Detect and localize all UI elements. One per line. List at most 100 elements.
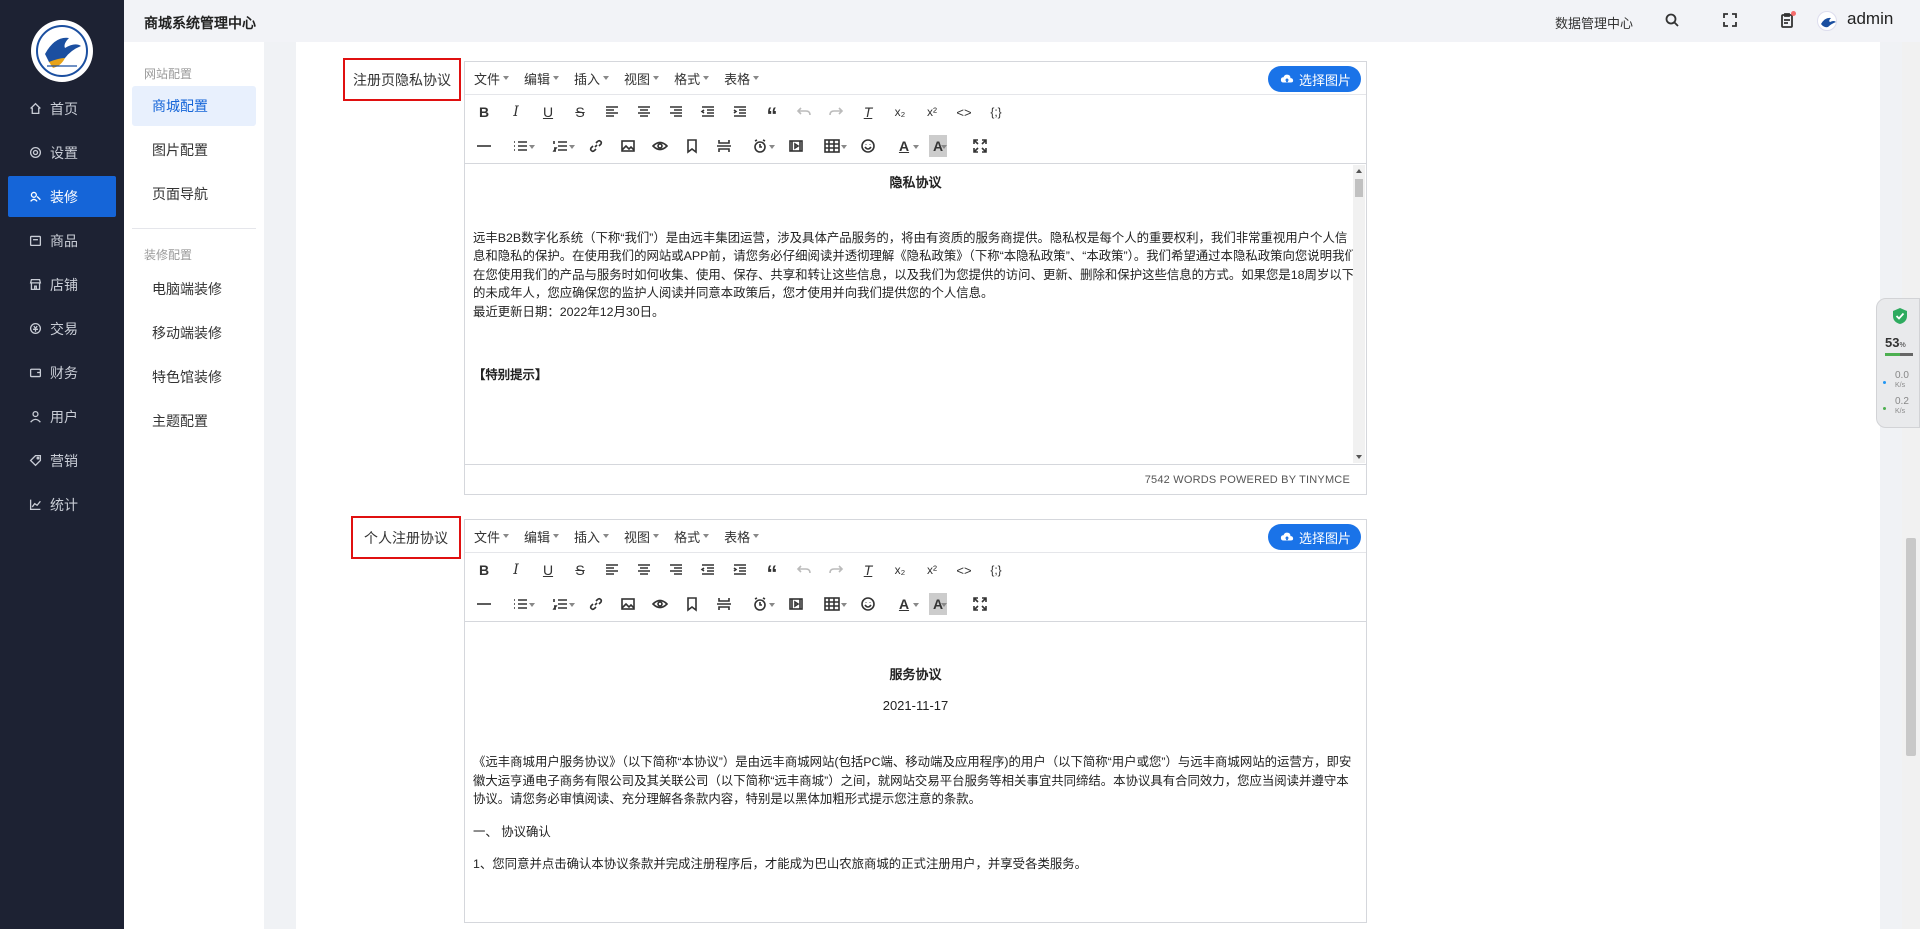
select-image-button[interactable]: 选择图片 [1267, 66, 1361, 92]
align-left-icon[interactable] [601, 559, 623, 581]
scroll-down-icon[interactable] [1356, 455, 1362, 459]
submenu-item-mobile-decoration[interactable]: 移动端装修 [132, 313, 256, 353]
italic-icon[interactable]: I [505, 101, 527, 123]
page-break-icon[interactable] [713, 593, 735, 615]
scroll-thumb[interactable] [1355, 179, 1363, 197]
link-icon[interactable] [585, 593, 607, 615]
avatar[interactable] [1817, 11, 1837, 31]
table-icon[interactable] [817, 135, 847, 157]
strikethrough-icon[interactable]: S [569, 559, 591, 581]
menu-table[interactable]: 表格 [724, 69, 760, 88]
superscript-icon[interactable]: x² [921, 101, 943, 123]
page-scroll-thumb[interactable] [1906, 538, 1916, 756]
indent-icon[interactable] [729, 101, 751, 123]
nav-item-marketing[interactable]: 营销 [8, 440, 116, 481]
align-center-icon[interactable] [633, 101, 655, 123]
menu-table[interactable]: 表格 [724, 527, 760, 546]
menu-view[interactable]: 视图 [624, 69, 660, 88]
strikethrough-icon[interactable]: S [569, 101, 591, 123]
text-color-icon[interactable]: A [889, 135, 919, 157]
clear-format-icon[interactable]: T [857, 101, 879, 123]
subscript-icon[interactable]: x₂ [889, 559, 911, 581]
redo-icon[interactable] [825, 559, 847, 581]
page-scrollbar[interactable] [1902, 42, 1920, 929]
brand-logo[interactable] [31, 20, 93, 82]
image-icon[interactable] [617, 135, 639, 157]
emoji-icon[interactable] [857, 593, 879, 615]
blockquote-icon[interactable]: “ [761, 101, 783, 127]
nav-item-products[interactable]: 商品 [8, 220, 116, 261]
italic-icon[interactable]: I [505, 559, 527, 581]
select-image-button[interactable]: 选择图片 [1267, 524, 1361, 550]
menu-format[interactable]: 格式 [674, 527, 710, 546]
scroll-up-icon[interactable] [1356, 169, 1362, 173]
bookmark-icon[interactable] [681, 135, 703, 157]
bold-icon[interactable]: B [473, 559, 495, 581]
bold-icon[interactable]: B [473, 101, 495, 123]
page-break-icon[interactable] [713, 135, 735, 157]
nav-item-statistics[interactable]: 统计 [8, 484, 116, 525]
horizontal-rule-icon[interactable] [473, 593, 495, 615]
undo-icon[interactable] [793, 559, 815, 581]
submenu-item-image-config[interactable]: 图片配置 [132, 130, 256, 170]
align-right-icon[interactable] [665, 559, 687, 581]
table-icon[interactable] [817, 593, 847, 615]
clear-format-icon[interactable]: T [857, 559, 879, 581]
outdent-icon[interactable] [697, 559, 719, 581]
outdent-icon[interactable] [697, 101, 719, 123]
code-icon[interactable]: <> [953, 559, 975, 581]
fullscreen-icon[interactable] [1721, 11, 1739, 29]
code-sample-icon[interactable]: {;} [985, 559, 1007, 581]
numbered-list-icon[interactable] [545, 135, 575, 157]
menu-edit[interactable]: 编辑 [524, 69, 560, 88]
menu-view[interactable]: 视图 [624, 527, 660, 546]
align-left-icon[interactable] [601, 101, 623, 123]
indent-icon[interactable] [729, 559, 751, 581]
submenu-item-feature-decoration[interactable]: 特色馆装修 [132, 357, 256, 397]
data-center-link[interactable]: 数据管理中心 [1555, 13, 1633, 32]
code-icon[interactable]: <> [953, 101, 975, 123]
align-center-icon[interactable] [633, 559, 655, 581]
menu-insert[interactable]: 插入 [574, 527, 610, 546]
fullscreen-editor-icon[interactable] [969, 135, 991, 157]
nav-item-decoration[interactable]: 装修 [8, 176, 116, 217]
underline-icon[interactable]: U [537, 559, 559, 581]
nav-item-home[interactable]: 首页 [8, 88, 116, 129]
editor-document[interactable]: 隐私协议 远丰B2B数字化系统（下称“我们”）是由远丰集团运营，涉及具体产品服务… [465, 164, 1366, 464]
search-icon[interactable] [1663, 11, 1681, 29]
username[interactable]: admin [1847, 9, 1893, 29]
preview-icon[interactable] [649, 593, 671, 615]
bullet-list-icon[interactable] [505, 593, 535, 615]
clock-icon[interactable] [745, 593, 775, 615]
underline-icon[interactable]: U [537, 101, 559, 123]
undo-icon[interactable] [793, 101, 815, 123]
system-monitor-widget[interactable]: 53% 0.0 K/s 0.2 K/s [1876, 298, 1920, 428]
emoji-icon[interactable] [857, 135, 879, 157]
highlight-color-icon[interactable]: A [929, 593, 947, 615]
code-sample-icon[interactable]: {;} [985, 101, 1007, 123]
submenu-item-theme-config[interactable]: 主题配置 [132, 401, 256, 441]
redo-icon[interactable] [825, 101, 847, 123]
numbered-list-icon[interactable] [545, 593, 575, 615]
menu-insert[interactable]: 插入 [574, 69, 610, 88]
bullet-list-icon[interactable] [505, 135, 535, 157]
nav-item-settings[interactable]: 设置 [8, 132, 116, 173]
clock-icon[interactable] [745, 135, 775, 157]
menu-file[interactable]: 文件 [474, 69, 510, 88]
submenu-item-pc-decoration[interactable]: 电脑端装修 [132, 269, 256, 309]
fullscreen-editor-icon[interactable] [969, 593, 991, 615]
blockquote-icon[interactable]: “ [761, 559, 783, 585]
horizontal-rule-icon[interactable] [473, 135, 495, 157]
document-scrollbar[interactable] [1353, 165, 1365, 463]
nav-item-finance[interactable]: 财务 [8, 352, 116, 393]
image-icon[interactable] [617, 593, 639, 615]
align-right-icon[interactable] [665, 101, 687, 123]
submenu-item-mall-config[interactable]: 商城配置 [132, 86, 256, 126]
bookmark-icon[interactable] [681, 593, 703, 615]
submenu-item-page-nav[interactable]: 页面导航 [132, 174, 256, 214]
menu-format[interactable]: 格式 [674, 69, 710, 88]
nav-item-users[interactable]: 用户 [8, 396, 116, 437]
editor-document[interactable]: 服务协议 2021-11-17 《远丰商城用户服务协议》（以下简称“本协议”）是… [465, 622, 1366, 922]
nav-item-stores[interactable]: 店铺 [8, 264, 116, 305]
text-color-icon[interactable]: A [889, 593, 919, 615]
